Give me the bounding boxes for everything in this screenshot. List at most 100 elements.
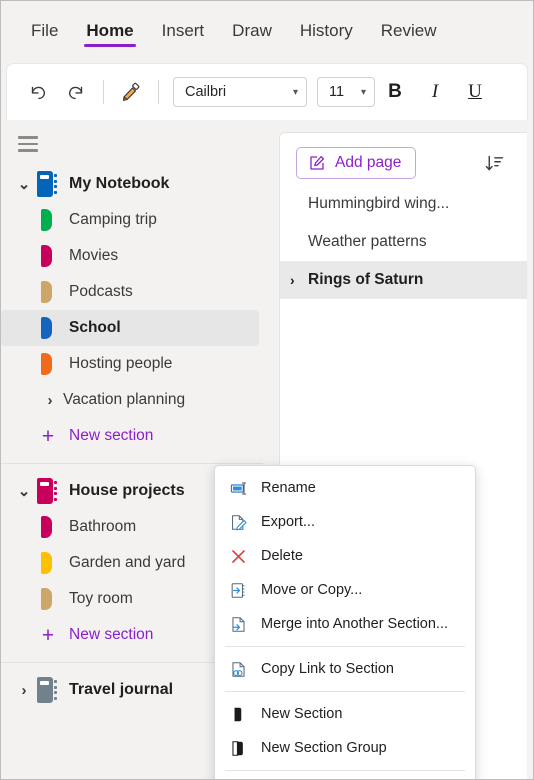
section-label: School — [69, 319, 121, 336]
new-section-label: New section — [69, 427, 154, 444]
ribbon-tab-insert[interactable]: Insert — [148, 15, 219, 51]
menu-item-copy-link-to-section[interactable]: Copy Link to Section — [215, 652, 475, 686]
hamburger-menu-icon[interactable] — [13, 130, 43, 158]
sort-descending-icon — [485, 155, 503, 171]
ribbon-tab-file[interactable]: File — [17, 15, 72, 51]
menu-item-export[interactable]: Export... — [215, 505, 475, 539]
chevron-right-icon[interactable]: › — [290, 272, 308, 288]
plus-icon: + — [41, 424, 55, 448]
section-row-hosting-people[interactable]: Hosting people — [1, 346, 279, 382]
menu-item-merge-into-another-section[interactable]: Merge into Another Section... — [215, 607, 475, 641]
menu-item-label: Rename — [261, 480, 316, 496]
section-row-movies[interactable]: Movies — [1, 238, 279, 274]
underline-button[interactable]: U — [455, 73, 495, 111]
section-label: Bathroom — [69, 518, 137, 535]
ribbon-tab-history[interactable]: History — [286, 15, 367, 51]
page-title: Weather patterns — [308, 233, 427, 250]
section-row-vacation-planning[interactable]: › Vacation planning — [1, 382, 279, 418]
font-family-select[interactable]: Cailbri ▾ — [173, 77, 307, 107]
section-tab-icon — [37, 207, 59, 233]
merge-icon — [231, 616, 245, 632]
font-family-value: Cailbri — [185, 84, 227, 100]
export-icon — [231, 514, 247, 530]
copy-link-icon — [231, 661, 245, 677]
home-toolbar: Cailbri ▾ 11 ▾ B I U — [7, 64, 527, 120]
notebook-label: My Notebook — [69, 175, 170, 192]
new-section-group-icon — [227, 738, 249, 758]
sort-pages-button[interactable] — [477, 147, 511, 179]
section-label: Podcasts — [69, 283, 133, 300]
section-tab-icon — [37, 243, 59, 269]
move-copy-icon — [227, 580, 249, 600]
menu-item-label: New Section — [261, 706, 343, 722]
page-row[interactable]: Hummingbird wing... — [280, 185, 527, 223]
delete-icon — [227, 546, 249, 566]
page-panel-header: Add page — [280, 133, 527, 185]
section-context-menu: Rename Export... Delete Move or Copy... Merg… — [214, 465, 476, 779]
section-label: Hosting people — [69, 355, 173, 372]
copy-link-icon — [227, 659, 249, 679]
font-size-value: 11 — [329, 84, 345, 100]
menu-item-label: Merge into Another Section... — [261, 616, 448, 632]
menu-item-label: Move or Copy... — [261, 582, 363, 598]
section-tab-icon — [37, 550, 59, 576]
new-section-label: New section — [69, 626, 154, 643]
chevron-down-icon[interactable]: ⌄ — [11, 482, 37, 500]
nav-divider — [1, 463, 263, 464]
move-copy-icon — [231, 582, 244, 598]
section-tab-icon — [37, 351, 59, 377]
menu-item-password-protect-this-section[interactable]: Password Protect This Section — [215, 776, 475, 779]
merge-icon — [227, 614, 249, 634]
add-page-icon — [310, 155, 325, 170]
plus-icon: + — [41, 623, 55, 647]
page-row[interactable]: Weather patterns — [280, 223, 527, 261]
section-tab-icon — [37, 514, 59, 540]
menu-item-label: Export... — [261, 514, 315, 530]
menu-item-move-or-copy[interactable]: Move or Copy... — [215, 573, 475, 607]
menu-item-label: New Section Group — [261, 740, 387, 756]
section-row-school[interactable]: School — [1, 310, 259, 346]
add-page-button[interactable]: Add page — [296, 147, 417, 179]
notebook-label: Travel journal — [69, 681, 174, 698]
font-size-select[interactable]: 11 ▾ — [317, 77, 375, 107]
section-tab-icon — [37, 586, 59, 612]
section-label: Vacation planning — [63, 391, 186, 408]
ribbon-tab-home[interactable]: Home — [72, 15, 147, 51]
undo-button[interactable] — [19, 73, 57, 111]
new-section-button[interactable]: + New section — [1, 418, 279, 454]
notebook-row-my-notebook[interactable]: ⌄ My Notebook — [1, 166, 279, 202]
menu-item-new-section-group[interactable]: New Section Group — [215, 731, 475, 765]
menu-separator — [225, 646, 465, 647]
page-row[interactable]: › Rings of Saturn — [280, 261, 527, 299]
chevron-right-icon[interactable]: › — [11, 682, 37, 699]
notebook-icon — [37, 478, 59, 504]
section-tab-icon — [37, 279, 59, 305]
chevron-right-icon[interactable]: › — [37, 392, 63, 409]
add-page-label: Add page — [335, 154, 402, 171]
menu-item-delete[interactable]: Delete — [215, 539, 475, 573]
redo-button[interactable] — [57, 73, 95, 111]
menu-item-label: Copy Link to Section — [261, 661, 394, 677]
main-body: ⌄ My Notebook Camping trip Movies Podcasts Sc… — [1, 120, 533, 779]
ribbon-tab-draw[interactable]: Draw — [218, 15, 286, 51]
notebook-icon — [37, 677, 59, 703]
page-title: Hummingbird wing... — [308, 195, 450, 212]
page-list: Hummingbird wing... Weather patterns › Ring… — [280, 185, 527, 299]
menu-item-rename[interactable]: Rename — [215, 471, 475, 505]
italic-button[interactable]: I — [415, 73, 455, 111]
toolbar-divider-2 — [158, 80, 159, 104]
rename-icon — [230, 481, 246, 495]
chevron-down-icon[interactable]: ⌄ — [11, 175, 37, 193]
bold-button[interactable]: B — [375, 73, 415, 111]
format-painter-button[interactable] — [112, 73, 150, 111]
rename-icon — [227, 478, 249, 498]
ribbon-tab-review[interactable]: Review — [367, 15, 451, 51]
notebook-icon — [37, 171, 59, 197]
section-row-podcasts[interactable]: Podcasts — [1, 274, 279, 310]
section-tab-icon — [37, 315, 59, 341]
toolbar-divider-1 — [103, 80, 104, 104]
section-row-camping-trip[interactable]: Camping trip — [1, 202, 279, 238]
section-label: Camping trip — [69, 211, 157, 228]
onenote-window: File Home Insert Draw History Review Cailb — [0, 0, 534, 780]
menu-item-new-section[interactable]: New Section — [215, 697, 475, 731]
